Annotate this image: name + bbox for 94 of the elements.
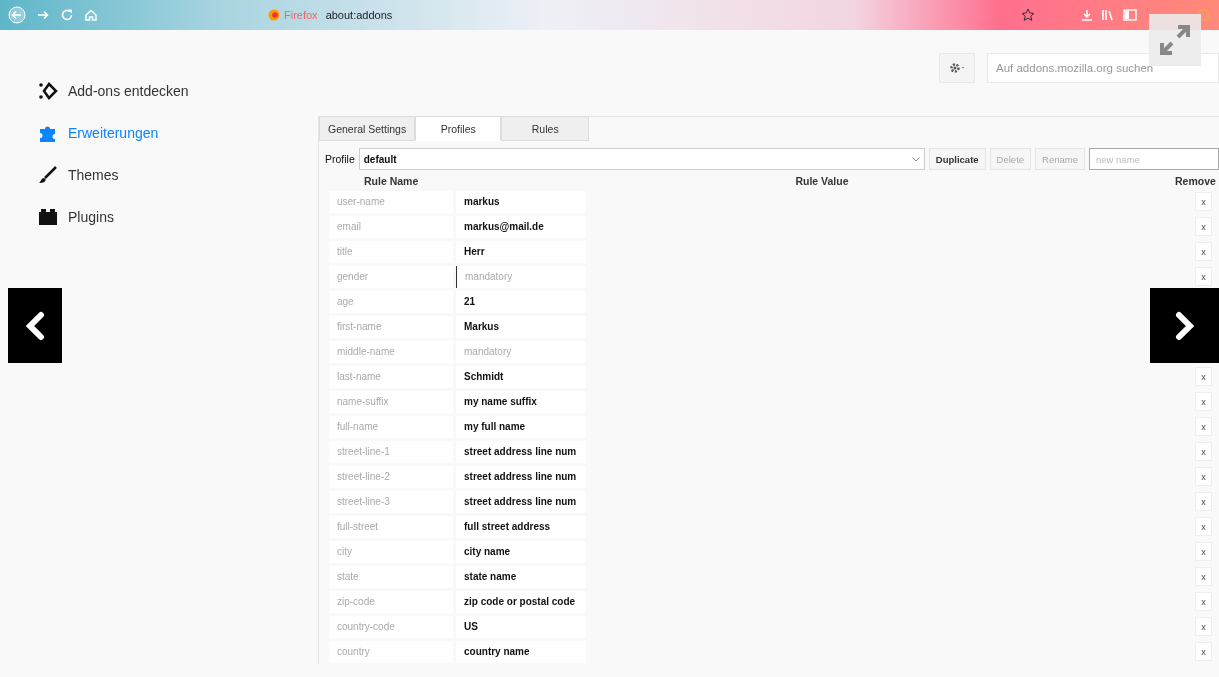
remove-button[interactable]: x bbox=[1195, 267, 1212, 286]
remove-button[interactable]: x bbox=[1195, 192, 1212, 211]
sidebar-item[interactable]: Erweiterungen bbox=[38, 112, 310, 154]
rule-name-cell: city bbox=[329, 540, 453, 563]
column-header: Rule Value bbox=[794, 175, 850, 187]
rule-value-field[interactable]: Herr bbox=[456, 240, 586, 263]
reload-icon[interactable] bbox=[60, 8, 74, 22]
remove-button[interactable]: x bbox=[1195, 542, 1212, 561]
settings-icon bbox=[948, 61, 966, 75]
rule-value-field[interactable]: street address line num bbox=[456, 465, 586, 488]
plugin-icon bbox=[38, 208, 58, 226]
remove-button[interactable]: x bbox=[1195, 517, 1212, 536]
tab[interactable]: General Settings bbox=[319, 116, 416, 141]
rule-value-field[interactable]: state name bbox=[456, 565, 586, 588]
remove-button[interactable]: x bbox=[1195, 217, 1212, 236]
tab[interactable]: Profiles bbox=[415, 116, 502, 141]
profile-dropdown[interactable]: default bbox=[358, 148, 925, 170]
home-icon[interactable] bbox=[84, 8, 98, 22]
forward-icon[interactable] bbox=[36, 8, 50, 22]
rule-value-field[interactable]: markus bbox=[456, 190, 586, 213]
rule-value-field[interactable]: Schmidt bbox=[456, 365, 586, 388]
profile-button[interactable]: Duplicate bbox=[928, 148, 986, 170]
browser-logo-icon bbox=[268, 9, 280, 21]
expand-button[interactable] bbox=[1149, 14, 1201, 66]
rule-name-cell: first-name bbox=[329, 315, 453, 338]
rule-value-field[interactable]: city name bbox=[456, 540, 586, 563]
settings-button[interactable] bbox=[939, 53, 975, 83]
rule-value-field[interactable]: mandatory bbox=[456, 340, 586, 363]
rule-name-cell: middle-name bbox=[329, 340, 453, 363]
rule-value-field[interactable]: zip code or postal code bbox=[456, 590, 586, 613]
remove-button[interactable]: x bbox=[1195, 592, 1212, 611]
rule-name-cell: street-line-3 bbox=[329, 490, 453, 513]
previous-button[interactable] bbox=[8, 288, 62, 363]
rule-value-field[interactable]: country name bbox=[456, 640, 586, 663]
sidebar-item[interactable]: Add-ons entdecken bbox=[38, 70, 310, 112]
rule-name-cell: gender bbox=[329, 265, 453, 288]
column-header: Rule Name bbox=[363, 175, 420, 187]
menu-icon[interactable] bbox=[1197, 8, 1211, 22]
rule-name-cell: state bbox=[329, 565, 453, 588]
rule-name-cell: country bbox=[329, 640, 453, 663]
rule-name-cell: title bbox=[329, 240, 453, 263]
remove-button[interactable]: x bbox=[1195, 242, 1212, 261]
rule-value-field[interactable]: mandatory bbox=[456, 265, 586, 288]
chevron-left-icon bbox=[24, 310, 46, 341]
rule-name-cell: user-name bbox=[329, 190, 453, 213]
rule-name-cell: email bbox=[329, 215, 453, 238]
rule-value-field[interactable]: full street address bbox=[456, 515, 586, 538]
rule-name-cell: full-name bbox=[329, 415, 453, 438]
search-field[interactable]: Auf addons.mozilla.org suchen bbox=[987, 53, 1219, 83]
rule-name-cell: name-suffix bbox=[329, 390, 453, 413]
tab[interactable]: Rules bbox=[501, 116, 590, 141]
sparkle-icon bbox=[38, 82, 58, 100]
download-icon[interactable] bbox=[1081, 9, 1093, 21]
rule-value-field[interactable]: street address line num bbox=[456, 440, 586, 463]
rule-name-cell: zip-code bbox=[329, 590, 453, 613]
star-icon[interactable] bbox=[1021, 8, 1035, 22]
expand-icon bbox=[1158, 23, 1192, 57]
rule-value-field[interactable]: my full name bbox=[456, 415, 586, 438]
rule-name-cell: last-name bbox=[329, 365, 453, 388]
sidebar-item[interactable]: Plugins bbox=[38, 196, 310, 238]
remove-button[interactable]: x bbox=[1195, 392, 1212, 411]
remove-button[interactable]: x bbox=[1195, 617, 1212, 636]
remove-button[interactable]: x bbox=[1195, 492, 1212, 511]
sidebar-item[interactable]: Themes bbox=[38, 154, 310, 196]
chevron-right-icon bbox=[1173, 310, 1196, 341]
rule-value-field[interactable]: street address line num bbox=[456, 490, 586, 513]
caret-icon bbox=[911, 156, 920, 162]
rule-name-cell: street-line-2 bbox=[329, 465, 453, 488]
brush-icon bbox=[38, 166, 58, 184]
remove-button[interactable]: x bbox=[1195, 367, 1212, 386]
sidebar-icon[interactable] bbox=[1123, 9, 1137, 21]
identity-label: Firefox bbox=[284, 9, 318, 21]
rule-value-field[interactable]: my name suffix bbox=[456, 390, 586, 413]
rule-name-cell: street-line-1 bbox=[329, 440, 453, 463]
profile-label: Profile bbox=[325, 153, 355, 165]
rule-name-cell: country-code bbox=[329, 615, 453, 638]
rule-value-field[interactable]: US bbox=[456, 615, 586, 638]
rule-name-cell: age bbox=[329, 290, 453, 313]
remove-button[interactable]: x bbox=[1195, 442, 1212, 461]
next-button[interactable] bbox=[1150, 288, 1219, 363]
rule-value-field[interactable]: markus@mail.de bbox=[456, 215, 586, 238]
new-name-field[interactable]: new name bbox=[1089, 148, 1219, 170]
remove-button[interactable]: x bbox=[1195, 567, 1212, 586]
rule-name-cell: full-street bbox=[329, 515, 453, 538]
back-icon[interactable] bbox=[8, 6, 26, 24]
rule-value-field[interactable]: 21 bbox=[456, 290, 586, 313]
remove-button[interactable]: x bbox=[1195, 467, 1212, 486]
column-header: Remove bbox=[1175, 175, 1217, 187]
url-text[interactable]: about:addons bbox=[325, 9, 393, 21]
remove-button[interactable]: x bbox=[1195, 642, 1212, 661]
rule-value-field[interactable]: Markus bbox=[456, 315, 586, 338]
remove-button[interactable]: x bbox=[1195, 417, 1212, 436]
puzzle-icon bbox=[38, 124, 58, 142]
library-icon[interactable] bbox=[1101, 9, 1115, 21]
